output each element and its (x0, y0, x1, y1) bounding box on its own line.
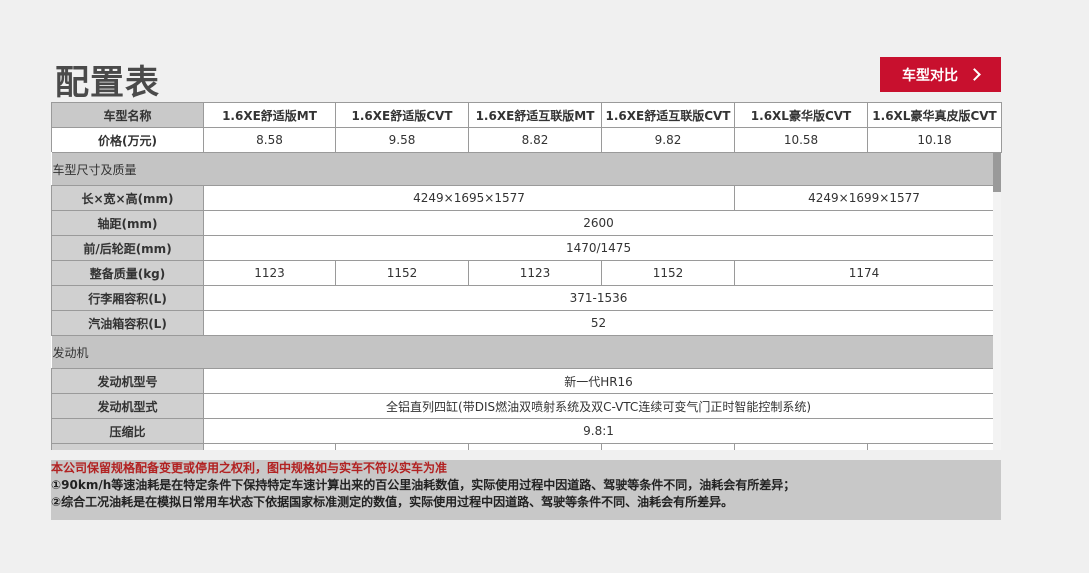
price-label: 价格(万元) (51, 127, 204, 153)
spec-label: 汽油箱容积(L) (51, 310, 204, 336)
spec-value: 1123 (203, 260, 336, 286)
spec-table: 车型尺寸及质量 长×宽×高(mm) 4249×1695×1577 4249×16… (51, 152, 995, 450)
price-cell: 8.58 (203, 127, 336, 153)
spec-value (734, 443, 868, 450)
spec-value (601, 443, 735, 450)
spec-row-trunk: 行李厢容积(L) 371-1536 (51, 285, 995, 311)
model-name-cell: 1.6XE舒适版MT (203, 102, 336, 128)
section-header-engine: 发动机 (51, 335, 994, 369)
spec-value: 新一代HR16 (202, 368, 995, 394)
spec-row-size: 长×宽×高(mm) 4249×1695×1577 4249×1699×1577 (51, 185, 995, 211)
model-name-cell: 1.6XL豪华版CVT (734, 102, 868, 128)
scrollbar-thumb[interactable] (993, 152, 1001, 192)
spec-row-wheelbase: 轴距(mm) 2600 (51, 210, 995, 236)
footnote-2: ②综合工况油耗是在模拟日常用车状态下依据国家标准测定的数值，实际使用过程中因道路… (51, 495, 734, 509)
spec-label: 整备质量(kg) (51, 260, 204, 286)
spec-row-compression: 压缩比 9.8:1 (51, 418, 995, 444)
section-title: 发动机 (51, 335, 994, 369)
vertical-scrollbar[interactable] (993, 152, 1001, 450)
spec-value: 4249×1695×1577 (203, 185, 735, 211)
model-name-cell: 1.6XE舒适互联版MT (468, 102, 602, 128)
compare-models-button[interactable]: 车型对比 (880, 57, 1001, 92)
disclaimer-text: 本公司保留规格配备变更或停用之权利，图中规格如与实车不符以实车为准 (51, 461, 448, 475)
model-name-cell: 1.6XE舒适版CVT (335, 102, 469, 128)
section-header-dimensions: 车型尺寸及质量 (51, 152, 994, 186)
spec-value: 4249×1699×1577 (733, 185, 995, 211)
price-cell: 9.82 (601, 127, 735, 153)
model-name-cell: 1.6XE舒适互联版CVT (601, 102, 735, 128)
spec-row-engine-type: 发动机型式 全铝直列四缸(带DIS燃油双喷射系统及双C-VTC连续可变气门正时智… (51, 393, 995, 419)
section-title: 车型尺寸及质量 (51, 152, 994, 186)
spec-value (866, 443, 995, 450)
model-name-row: 车型名称 1.6XE舒适版MT 1.6XE舒适版CVT 1.6XE舒适互联版MT… (51, 102, 1002, 128)
spec-value: 全铝直列四缸(带DIS燃油双喷射系统及双C-VTC连续可变气门正时智能控制系统) (202, 393, 995, 419)
spec-row-partial (51, 443, 995, 450)
spec-label: 发动机型式 (51, 393, 204, 419)
model-header-table: 车型名称 1.6XE舒适版MT 1.6XE舒适版CVT 1.6XE舒适互联版MT… (51, 102, 1002, 153)
spec-label: 长×宽×高(mm) (51, 185, 204, 211)
price-cell: 8.82 (468, 127, 602, 153)
price-cell: 10.58 (734, 127, 868, 153)
model-name-cell: 1.6XL豪华真皮版CVT (867, 102, 1002, 128)
model-name-label: 车型名称 (51, 102, 204, 128)
spec-row-weight: 整备质量(kg) 1123 1152 1123 1152 1174 (51, 260, 995, 286)
spec-value: 371-1536 (202, 285, 995, 311)
compare-button-label: 车型对比 (902, 67, 958, 84)
spec-label: 前/后轮距(mm) (51, 235, 204, 261)
spec-value: 1123 (468, 260, 602, 286)
spec-row-track: 前/后轮距(mm) 1470/1475 (51, 235, 995, 261)
price-row: 价格(万元) 8.58 9.58 8.82 9.82 10.58 10.18 (51, 127, 1002, 153)
spec-value: 1470/1475 (202, 235, 995, 261)
footnote-1: ①90km/h等速油耗是在特定条件下保持特定车速计算出来的百公里油耗数值，实际使… (51, 478, 796, 492)
price-cell: 10.18 (867, 127, 1002, 153)
price-cell: 9.58 (335, 127, 469, 153)
spec-value: 2600 (202, 210, 995, 236)
spec-value (203, 443, 336, 450)
spec-value (468, 443, 602, 450)
spec-value (335, 443, 469, 450)
spec-scroll-area[interactable]: 车型尺寸及质量 长×宽×高(mm) 4249×1695×1577 4249×16… (51, 152, 1001, 450)
spec-row-tank: 汽油箱容积(L) 52 (51, 310, 995, 336)
spec-value: 52 (202, 310, 995, 336)
spec-label: 压缩比 (51, 418, 204, 444)
spec-label: 发动机型号 (51, 368, 204, 394)
chevron-right-icon (968, 68, 981, 81)
disclaimer-notes: 本公司保留规格配备变更或停用之权利，图中规格如与实车不符以实车为准 ①90km/… (51, 460, 1001, 520)
spec-value: 9.8:1 (202, 418, 995, 444)
spec-value: 1152 (335, 260, 469, 286)
spec-label: 行李厢容积(L) (51, 285, 204, 311)
spec-label (51, 443, 204, 450)
spec-value: 1174 (733, 260, 995, 286)
spec-label: 轴距(mm) (51, 210, 204, 236)
page-title: 配置表 (55, 63, 160, 103)
spec-row-engine-model: 发动机型号 新一代HR16 (51, 368, 995, 394)
spec-value: 1152 (601, 260, 735, 286)
